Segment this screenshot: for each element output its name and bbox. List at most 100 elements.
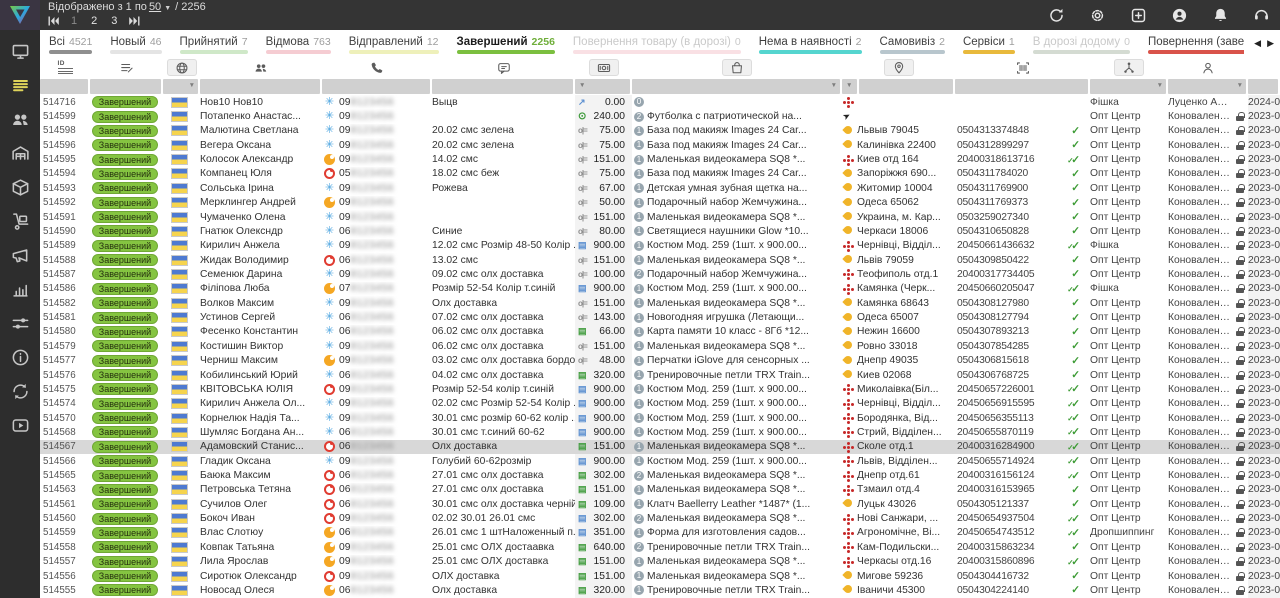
add-order-icon[interactable] xyxy=(1130,7,1147,24)
table-row[interactable]: 514568ЗавершенийШумляс Богдана Ан...0681… xyxy=(40,425,1280,439)
table-row[interactable]: 514567ЗавершенийАдамовский Станис...0681… xyxy=(40,440,1280,454)
tab-Всі[interactable]: Всі4521 xyxy=(40,30,101,57)
app-logo-icon[interactable] xyxy=(0,0,40,30)
tab-Прийнятий[interactable]: Прийнятий7 xyxy=(171,30,257,57)
phone-column-icon[interactable] xyxy=(366,59,388,76)
table-row[interactable]: 514590ЗавершенийГнатюк Олексндр068123456… xyxy=(40,224,1280,238)
tab-Самовивіз[interactable]: Самовивіз2 xyxy=(871,30,954,57)
filter-cell[interactable]: ▼ xyxy=(1168,79,1246,94)
table-row[interactable]: 514598ЗавершенийМалютина Светлана0981234… xyxy=(40,124,1280,138)
table-row[interactable]: 514594ЗавершенийКомпанец Юля05812345618.… xyxy=(40,167,1280,181)
table-row[interactable]: 514559ЗавершенийВлас Слотюу06812345626.0… xyxy=(40,526,1280,540)
tab-Відправлений[interactable]: Відправлений12 xyxy=(340,30,448,57)
table-row[interactable]: 514596ЗавершенийВегера Оксана09812345620… xyxy=(40,138,1280,152)
manager-column-icon[interactable] xyxy=(1197,59,1219,76)
table-row[interactable]: 514582ЗавершенийВолков Максим098123456Ол… xyxy=(40,296,1280,310)
sidebar-item-statistics[interactable] xyxy=(11,280,30,299)
payment-column-icon[interactable] xyxy=(589,59,619,76)
filter-cell[interactable] xyxy=(1248,79,1278,94)
support-headset-icon[interactable] xyxy=(1253,7,1270,24)
table-row[interactable]: 514570ЗавершенийКорнелюк Надія Та...0981… xyxy=(40,411,1280,425)
tabs-prev-icon[interactable]: ◀ xyxy=(1254,38,1261,49)
tab-Сервіси[interactable]: Сервіси1 xyxy=(954,30,1024,57)
filter-cell[interactable] xyxy=(859,79,953,94)
table-row[interactable]: 514558ЗавершенийКовпак Татьяна0981234562… xyxy=(40,540,1280,554)
table-row[interactable]: 514563ЗавершенийПетровська Тетяна0681234… xyxy=(40,483,1280,497)
table-row[interactable]: 514575ЗавершенийКВІТОВСЬКА ЮЛІЯ098123456… xyxy=(40,382,1280,396)
sidebar-item-partners[interactable] xyxy=(11,382,30,401)
page-number-2[interactable]: 2 xyxy=(91,15,97,27)
filter-cell-dropdown[interactable]: ▼ xyxy=(842,79,857,94)
refresh-icon[interactable] xyxy=(1048,7,1065,24)
sidebar-item-dashboard[interactable] xyxy=(11,42,30,61)
sidebar-item-purchases[interactable] xyxy=(11,212,30,231)
country-globe-icon[interactable] xyxy=(167,59,197,76)
first-page-button[interactable] xyxy=(48,16,59,26)
sidebar-item-warehouse[interactable] xyxy=(11,144,30,163)
table-row[interactable]: 514557ЗавершенийЛила Ярослав09812345625.… xyxy=(40,555,1280,569)
table-row[interactable]: 514595ЗавершенийКолосок Александр0981234… xyxy=(40,152,1280,166)
delivery-location-icon[interactable] xyxy=(884,59,914,76)
page-size-dropdown[interactable]: 50 xyxy=(149,1,161,13)
filter-cell[interactable]: ▼ xyxy=(163,79,198,94)
filter-cell[interactable] xyxy=(90,79,161,94)
table-row[interactable]: 514716ЗавершенийНов10 Нов10098123456Выцв… xyxy=(40,95,1280,109)
filter-cell[interactable]: ▼ xyxy=(632,79,840,94)
table-row[interactable]: 514556ЗавершенийСиротюк Олександр0981234… xyxy=(40,569,1280,583)
tracking-barcode-icon[interactable] xyxy=(1012,59,1034,76)
last-page-button[interactable] xyxy=(129,16,140,26)
table-row[interactable]: 514574ЗавершенийКирилич Анжела Ол...0981… xyxy=(40,397,1280,411)
table-row[interactable]: 514555ЗавершенийНовосад Олеся068123456Ол… xyxy=(40,583,1280,597)
tab-В дорозі додому[interactable]: В дорозі додому0 xyxy=(1024,30,1139,57)
id-column-icon[interactable]: ID xyxy=(54,59,76,76)
page-number-1[interactable]: 1 xyxy=(71,15,77,27)
table-row[interactable]: 514577ЗавершенийЧерниш Максим09812345603… xyxy=(40,353,1280,367)
tab-Завершений[interactable]: Завершений2256 xyxy=(448,30,564,57)
page-number-3[interactable]: 3 xyxy=(111,15,117,27)
tab-Нема в наявності[interactable]: Нема в наявності2 xyxy=(750,30,871,57)
notifications-bell-icon[interactable] xyxy=(1212,7,1229,24)
filter-cell[interactable]: ▼ xyxy=(575,79,630,94)
sidebar-item-products[interactable] xyxy=(11,178,30,197)
tab-Відмова[interactable]: Відмова763 xyxy=(257,30,340,57)
sidebar-item-marketing[interactable] xyxy=(11,246,30,265)
table-row[interactable]: 514560ЗавершенийБокоч Иван09812345602.02… xyxy=(40,511,1280,525)
tab-Новый[interactable]: Новый46 xyxy=(101,30,170,57)
profile-icon[interactable] xyxy=(1171,7,1188,24)
product-column-icon[interactable] xyxy=(722,59,752,76)
sidebar-item-settings[interactable] xyxy=(11,314,30,333)
status-column-icon[interactable] xyxy=(116,59,138,76)
settings-gear-icon[interactable] xyxy=(1089,7,1106,24)
source-column-icon[interactable] xyxy=(1114,59,1144,76)
comment-column-icon[interactable] xyxy=(493,59,515,76)
tabs-next-icon[interactable]: ▶ xyxy=(1267,38,1274,49)
table-row[interactable]: 514566ЗавершенийГладик Оксана098123456Го… xyxy=(40,454,1280,468)
sidebar-item-info[interactable] xyxy=(11,348,30,367)
table-row[interactable]: 514579ЗавершенийКостишин Виктор098123456… xyxy=(40,339,1280,353)
table-row[interactable]: 514591ЗавершенийЧумаченко Олена098123456… xyxy=(40,210,1280,224)
filter-cell[interactable]: ▼ xyxy=(1090,79,1166,94)
sidebar-item-clients[interactable] xyxy=(11,110,30,129)
table-row[interactable]: 514576ЗавершенийКобилинський Юрий0681234… xyxy=(40,368,1280,382)
date-column-icon[interactable] xyxy=(1253,59,1275,76)
client-name-icon[interactable] xyxy=(250,59,272,76)
table-row[interactable]: 514592ЗавершенийМерклингер Андрей0981234… xyxy=(40,196,1280,210)
sidebar-item-tutorials[interactable] xyxy=(11,416,30,435)
table-row[interactable]: 514599ЗавершенийПотапенко Анастас...0981… xyxy=(40,109,1280,123)
sidebar-item-orders[interactable] xyxy=(11,76,30,95)
filter-cell[interactable] xyxy=(40,79,88,94)
table-row[interactable]: 514561ЗавершенийСучилов Олег06812345630.… xyxy=(40,497,1280,511)
table-row[interactable]: 514593ЗавершенийСольська Ірина098123456Р… xyxy=(40,181,1280,195)
table-row[interactable]: 514565ЗавершенийБаюка Максим06812345627.… xyxy=(40,468,1280,482)
table-row[interactable]: 514587ЗавершенийСеменюк Дарина0981234560… xyxy=(40,267,1280,281)
table-row[interactable]: 514586ЗавершенийФіліпова Люба078123456Ро… xyxy=(40,282,1280,296)
filter-cell[interactable] xyxy=(955,79,1088,94)
table-row[interactable]: 514581ЗавершенийУстинов Сергей0681234560… xyxy=(40,310,1280,324)
table-row[interactable]: 514580ЗавершенийФесенко Константин068123… xyxy=(40,325,1280,339)
filter-cell[interactable] xyxy=(200,79,320,94)
table-row[interactable]: 514588ЗавершенийЖидак Володимир068123456… xyxy=(40,253,1280,267)
filter-cell[interactable] xyxy=(322,79,430,94)
table-row[interactable]: 514589ЗавершенийКирилич Анжела0981234561… xyxy=(40,239,1280,253)
tab-Повернення товару (в дорозі)[interactable]: Повернення товару (в дорозі)0 xyxy=(564,30,750,57)
filter-cell[interactable] xyxy=(432,79,573,94)
